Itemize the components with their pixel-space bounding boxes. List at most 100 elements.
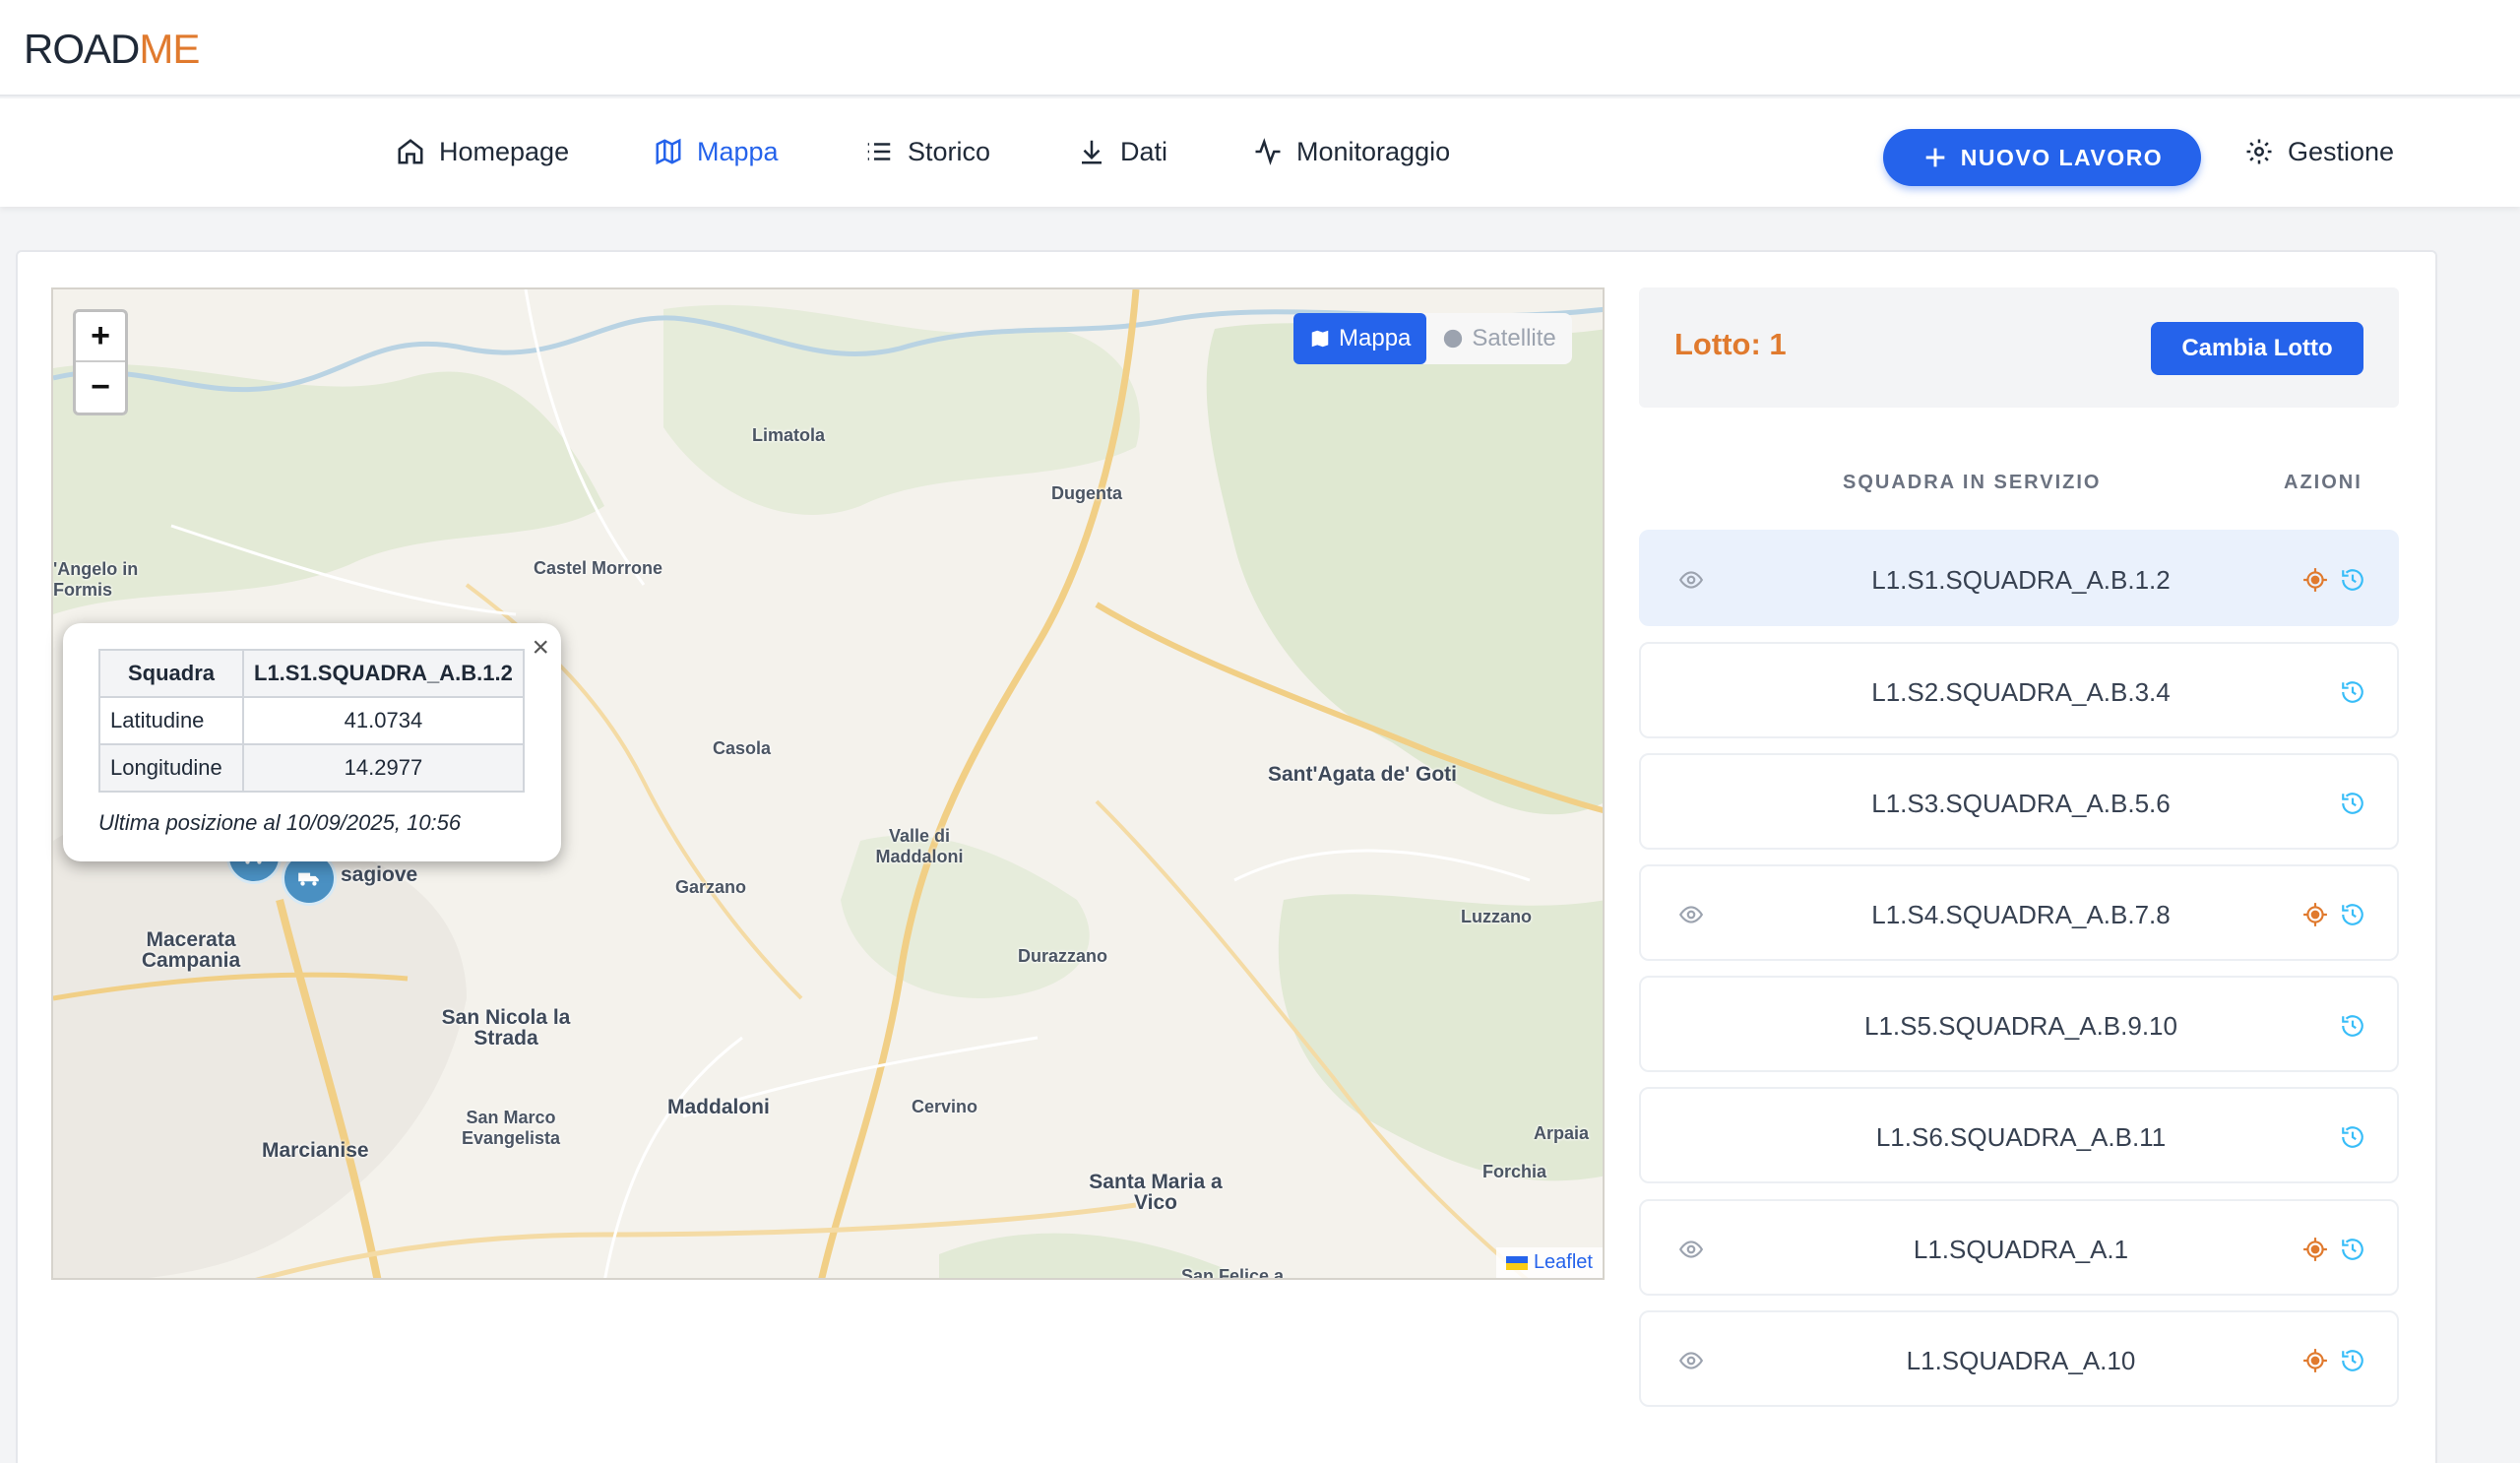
map-place-label: San Marco Evangelista (461, 1108, 561, 1148)
zoom-out-button[interactable]: − (76, 362, 125, 413)
plus-icon (1925, 148, 1945, 167)
nav-label: Monitoraggio (1296, 136, 1451, 166)
locate-icon[interactable] (2302, 1348, 2328, 1373)
popup-note: Ultima posizione al 10/09/2025, 10:56 (98, 810, 462, 835)
nav-label: Gestione (2288, 136, 2395, 166)
map-type-mappa-button[interactable]: Mappa (1293, 313, 1427, 364)
list-icon (867, 143, 891, 160)
map-icon (1311, 330, 1329, 348)
map-place-label: 'Angelo in Formis (53, 559, 139, 600)
truck-icon (298, 872, 319, 886)
map-icon (656, 138, 681, 165)
nav-label: Storico (908, 136, 991, 166)
team-row[interactable]: L1.S5.SQUADRA_A.B.9.10 (1639, 976, 2399, 1072)
map-place-label: Casola (713, 738, 772, 758)
team-name: L1.S6.SQUADRA_A.B.11 (1875, 1122, 2167, 1152)
nav-item-mappa[interactable]: Mappa (654, 132, 779, 171)
lot-box: Lotto: 1 Cambia Lotto (1639, 287, 2399, 408)
map-attribution[interactable]: Leaflet (1495, 1247, 1603, 1278)
main-nav: Homepage Mappa Storico Dati Monitoraggio… (0, 98, 2520, 207)
popup-value: 14.2977 (242, 743, 525, 793)
nav-item-homepage[interactable]: Homepage (396, 132, 569, 171)
locate-icon[interactable] (2302, 1237, 2328, 1262)
team-row[interactable]: L1.S2.SQUADRA_A.B.3.4 (1639, 642, 2399, 738)
marker-popup: × Squadra L1.S1.SQUADRA_A.B.1.2 Latitudi… (63, 623, 561, 861)
map-place-label: Macerata Campania (141, 928, 241, 972)
new-job-label: NUOVO LAVORO (1960, 144, 2164, 170)
team-row[interactable]: L1.S4.SQUADRA_A.B.7.8 (1639, 864, 2399, 961)
team-row[interactable]: L1.SQUADRA_A.10 (1639, 1310, 2399, 1407)
popup-key: Squadra (98, 649, 244, 698)
history-icon[interactable] (2340, 1237, 2365, 1262)
zoom-in-button[interactable]: + (76, 312, 125, 362)
map-place-label: Arpaia (1534, 1123, 1590, 1143)
col-head-actions: AZIONI (2284, 472, 2362, 493)
popup-table: Squadra L1.S1.SQUADRA_A.B.1.2 Latitudine… (98, 649, 525, 793)
gear-icon (2246, 139, 2272, 164)
map-place-label: Garzano (675, 877, 747, 897)
map-place-label: Castel Morrone (534, 558, 663, 578)
history-icon[interactable] (2340, 791, 2365, 816)
history-icon[interactable] (2340, 1348, 2365, 1373)
history-icon[interactable] (2340, 679, 2365, 705)
team-name: L1.S2.SQUADRA_A.B.3.4 (1871, 677, 2171, 707)
nav-item-dati[interactable]: Dati (1077, 132, 1167, 171)
history-icon[interactable] (2340, 1013, 2365, 1039)
close-icon[interactable]: × (532, 631, 549, 665)
map-place-label: Sant'Agata de' Goti (1267, 763, 1457, 786)
change-lot-button[interactable]: Cambia Lotto (2151, 322, 2363, 375)
popup-header-row: Squadra L1.S1.SQUADRA_A.B.1.2 (98, 649, 525, 698)
globe-icon (1444, 329, 1463, 349)
map-place-label: Forchia (1482, 1162, 1547, 1181)
nav-item-gestione[interactable]: Gestione (2244, 132, 2394, 171)
history-icon[interactable] (2340, 567, 2365, 593)
map-place-label: Cervino (912, 1097, 978, 1116)
locate-icon[interactable] (2302, 567, 2328, 593)
popup-key: Latitudine (98, 696, 244, 745)
map-place-label: Marcianise (262, 1139, 369, 1162)
lot-label: Lotto: 1 (1674, 327, 1787, 361)
map-place-label: Santa Maria a Vico (1089, 1171, 1223, 1214)
col-head-team: SQUADRA IN SERVIZIO (1843, 472, 2102, 493)
team-name: L1.S3.SQUADRA_A.B.5.6 (1871, 789, 2171, 818)
nav-label: Homepage (439, 136, 570, 166)
locate-icon[interactable] (2302, 902, 2328, 927)
popup-row: Longitudine 14.2977 (98, 743, 525, 793)
history-icon[interactable] (2340, 1124, 2365, 1150)
popup-value: 41.0734 (242, 696, 525, 745)
map-place-label: sagiove (341, 863, 418, 886)
map-type-toggle: Mappa Satellite (1293, 313, 1572, 364)
top-bar: ROADME (0, 0, 2520, 96)
new-job-button[interactable]: NUOVO LAVORO (1883, 129, 2201, 186)
zoom-control: + − (73, 309, 128, 415)
map-place-label: Limatola (752, 425, 826, 445)
team-row[interactable]: L1.S1.SQUADRA_A.B.1.2 (1639, 530, 2399, 626)
download-icon (1082, 140, 1102, 164)
attribution-label: Leaflet (1533, 1251, 1593, 1273)
nav-label: Dati (1120, 136, 1168, 166)
map-place-label: Maddaloni (667, 1096, 770, 1118)
map-place-label: San Felice a (1181, 1266, 1285, 1280)
popup-value: L1.S1.SQUADRA_A.B.1.2 (242, 649, 525, 698)
map-type-label: Mappa (1339, 325, 1412, 351)
team-name: L1.SQUADRA_A.10 (1906, 1346, 2136, 1375)
team-name: L1.S1.SQUADRA_A.B.1.2 (1871, 565, 2171, 595)
nav-label: Mappa (697, 136, 779, 166)
map-type-satellite-button[interactable]: Satellite (1426, 313, 1571, 364)
history-icon[interactable] (2340, 902, 2365, 927)
map-place-label: Dugenta (1051, 483, 1122, 503)
map-place-label: Valle di Maddaloni (875, 826, 964, 866)
nav-item-storico[interactable]: Storico (864, 132, 990, 171)
team-name: L1.S5.SQUADRA_A.B.9.10 (1864, 1011, 2177, 1041)
team-name: L1.S4.SQUADRA_A.B.7.8 (1871, 900, 2171, 929)
map-type-label: Satellite (1472, 325, 1556, 351)
map-place-label: Luzzano (1461, 907, 1532, 926)
map-place-label: San Nicola la Strada (441, 1006, 571, 1050)
team-row[interactable]: L1.SQUADRA_A.1 (1639, 1199, 2399, 1296)
nav-item-monitoraggio[interactable]: Monitoraggio (1253, 132, 1450, 171)
team-name: L1.SQUADRA_A.1 (1913, 1235, 2129, 1264)
map-place-label: Durazzano (1018, 946, 1108, 966)
team-row[interactable]: L1.S6.SQUADRA_A.B.11 (1639, 1087, 2399, 1183)
team-row[interactable]: L1.S3.SQUADRA_A.B.5.6 (1639, 753, 2399, 850)
app-logo[interactable]: ROADME (24, 26, 200, 73)
